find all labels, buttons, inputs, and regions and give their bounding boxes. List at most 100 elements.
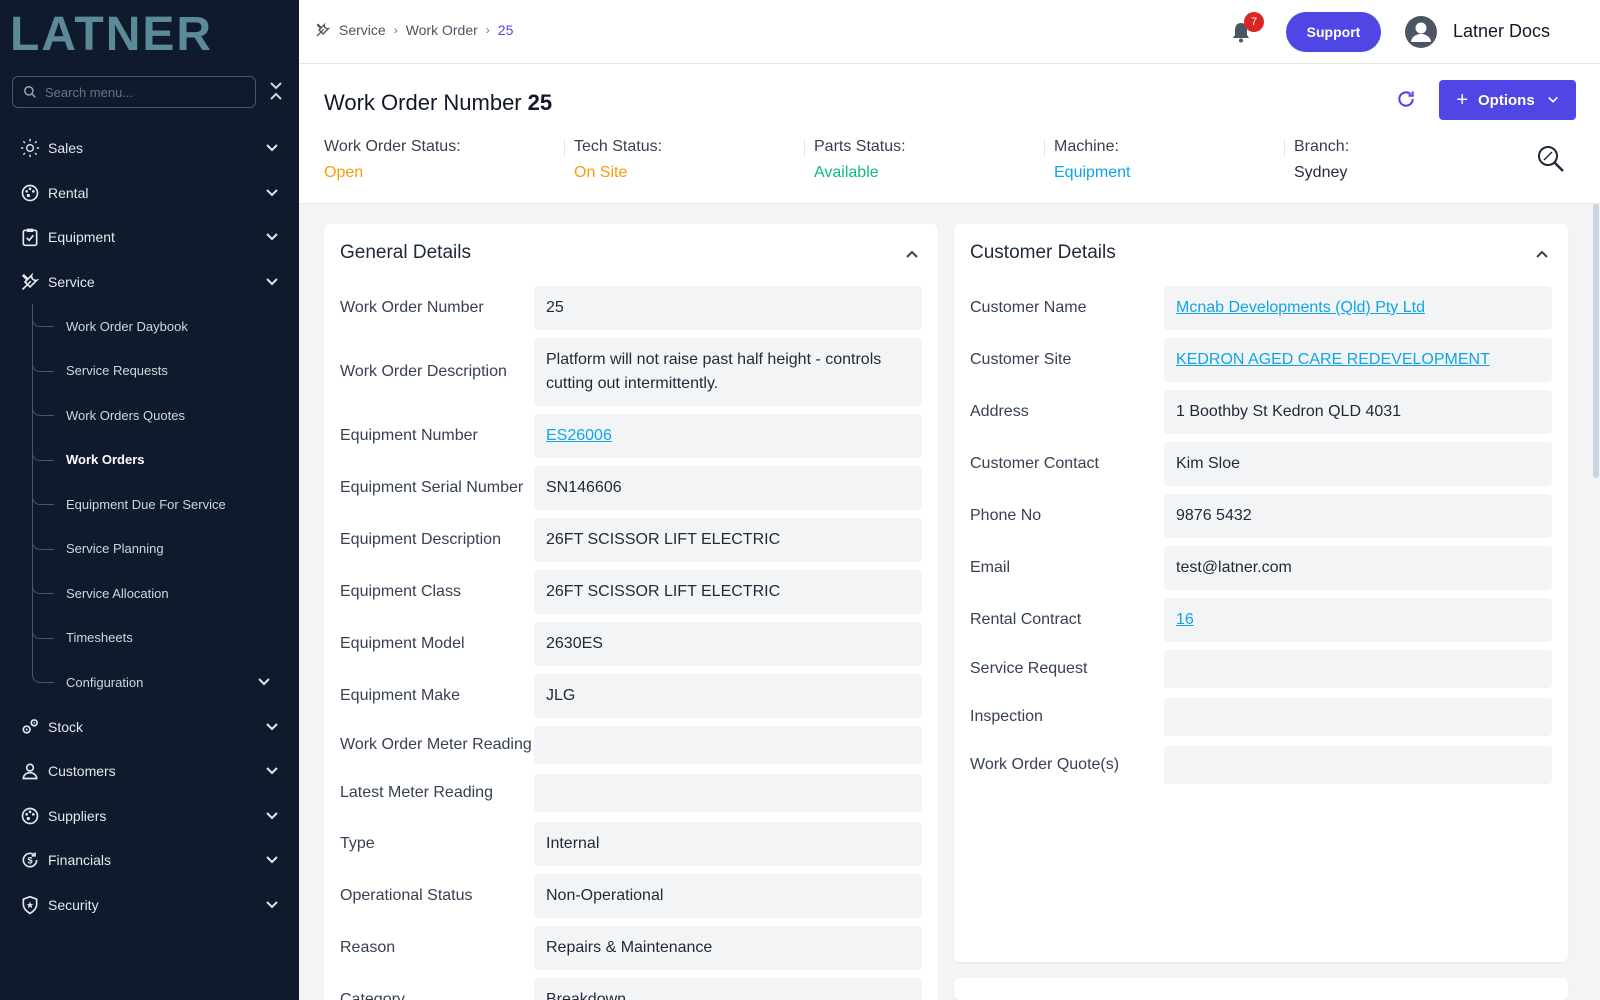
field-label: Address bbox=[970, 403, 1029, 420]
search-box bbox=[12, 76, 256, 108]
sidebar-nav: Sales Rental Equipment Service Work Orde… bbox=[0, 126, 299, 927]
user-name[interactable]: Latner Docs bbox=[1453, 21, 1550, 42]
sidebar-item-label: Customers bbox=[48, 763, 116, 780]
next-card-peek bbox=[954, 978, 1568, 1000]
field-value: Breakdown bbox=[534, 978, 922, 1000]
svg-text:LATNER: LATNER bbox=[10, 10, 213, 54]
chevron-right-icon: › bbox=[485, 23, 490, 37]
equipment-number-link[interactable]: ES26006 bbox=[534, 414, 922, 458]
field-label: Equipment Serial Number bbox=[340, 479, 524, 496]
field-value bbox=[534, 726, 922, 764]
clipboard-check-icon bbox=[20, 227, 40, 247]
title-value: 25 bbox=[527, 90, 553, 115]
sidebar-item-label: Sales bbox=[48, 140, 84, 157]
customer-details-card: Customer Details Customer Name Mcnab Deve… bbox=[954, 224, 1568, 962]
stat-value[interactable]: Equipment bbox=[1054, 164, 1284, 182]
sidebar-item-sales[interactable]: Sales bbox=[0, 126, 299, 171]
field-customer-name: Customer Name Mcnab Developments (Qld) Pt… bbox=[970, 286, 1552, 330]
sidebar-item-stock[interactable]: Stock bbox=[0, 705, 299, 750]
sidebar-item-equipment[interactable]: Equipment bbox=[0, 215, 299, 260]
chevron-up-icon[interactable] bbox=[1534, 246, 1550, 262]
gears-icon bbox=[20, 717, 40, 737]
stat-label: Machine: bbox=[1054, 138, 1119, 155]
stat-work-order-status: Work Order Status: Open bbox=[324, 138, 564, 182]
refresh-icon[interactable] bbox=[1396, 89, 1416, 109]
stat-machine: Machine: Equipment bbox=[1044, 138, 1284, 182]
subitem-label: Work Order Daybook bbox=[66, 318, 188, 334]
sidebar-subitem-work-orders-quotes[interactable]: Work Orders Quotes bbox=[0, 393, 299, 438]
sidebar-item-customers[interactable]: Customers bbox=[0, 749, 299, 794]
rental-contract-link[interactable]: 16 bbox=[1164, 598, 1552, 642]
field-label: Email bbox=[970, 559, 1011, 576]
support-button[interactable]: Support bbox=[1286, 12, 1381, 52]
field-phone-no: Phone No 9876 5432 bbox=[970, 494, 1552, 538]
zoom-search-icon[interactable] bbox=[1536, 144, 1566, 174]
field-value: Non-Operational bbox=[534, 874, 922, 918]
stat-label: Tech Status: bbox=[574, 138, 663, 155]
field-address: Address 1 Boothby St Kedron QLD 4031 bbox=[970, 390, 1552, 434]
options-button[interactable]: + Options bbox=[1439, 80, 1576, 120]
shield-icon bbox=[20, 895, 40, 915]
subitem-label: Service Planning bbox=[66, 541, 164, 557]
sidebar-item-service[interactable]: Service bbox=[0, 260, 299, 305]
search-input[interactable] bbox=[45, 84, 235, 100]
chevron-down-icon bbox=[258, 678, 270, 686]
field-label: Service Request bbox=[970, 660, 1088, 677]
page-scrollbar[interactable] bbox=[1592, 204, 1600, 1000]
work-order-header: Work Order Number 25 + Options Work Order… bbox=[299, 64, 1600, 204]
field-value: 26FT SCISSOR LIFT ELECTRIC bbox=[534, 518, 922, 562]
stat-label: Work Order Status: bbox=[324, 138, 461, 155]
chevron-down-icon bbox=[266, 144, 278, 152]
avatar-icon[interactable] bbox=[1405, 16, 1437, 48]
customer-site-link[interactable]: KEDRON AGED CARE REDEVELOPMENT bbox=[1164, 338, 1552, 382]
breadcrumb-work-order[interactable]: Work Order bbox=[406, 22, 478, 38]
field-value: 1 Boothby St Kedron QLD 4031 bbox=[1164, 390, 1552, 434]
card-title: General Details bbox=[340, 242, 471, 263]
breadcrumb-current: 25 bbox=[497, 22, 514, 38]
card-title: Customer Details bbox=[970, 242, 1116, 263]
sidebar-subitem-service-requests[interactable]: Service Requests bbox=[0, 348, 299, 393]
field-operational-status: Operational Status Non-Operational bbox=[340, 874, 922, 918]
scrollbar-thumb[interactable] bbox=[1593, 204, 1599, 478]
sidebar-subitem-timesheets[interactable]: Timesheets bbox=[0, 615, 299, 660]
field-label: Equipment Model bbox=[340, 635, 465, 652]
stat-tech-status: Tech Status: On Site bbox=[564, 138, 804, 182]
chevron-down-icon bbox=[266, 233, 278, 241]
sidebar-subitem-service-planning[interactable]: Service Planning bbox=[0, 526, 299, 571]
sidebar-item-security[interactable]: Security bbox=[0, 883, 299, 928]
sidebar-subitem-work-order-daybook[interactable]: Work Order Daybook bbox=[0, 304, 299, 349]
field-equipment-make: Equipment Make JLG bbox=[340, 674, 922, 718]
sidebar-item-label: Financials bbox=[48, 852, 112, 869]
sidebar-subitem-configuration[interactable]: Configuration bbox=[0, 660, 299, 705]
field-label: Phone No bbox=[970, 507, 1042, 524]
field-customer-contact: Customer Contact Kim Sloe bbox=[970, 442, 1552, 486]
sidebar-item-label: Service bbox=[48, 273, 95, 290]
chevron-down-icon bbox=[1547, 96, 1558, 103]
subitem-label: Service Allocation bbox=[66, 585, 169, 601]
field-label: Equipment Class bbox=[340, 583, 461, 600]
sidebar-subitem-work-orders[interactable]: Work Orders bbox=[0, 437, 299, 482]
field-work-order-description: Work Order Description Platform will not … bbox=[340, 338, 922, 406]
sidebar-item-financials[interactable]: $ Financials bbox=[0, 838, 299, 883]
field-value: JLG bbox=[534, 674, 922, 718]
field-customer-site: Customer Site KEDRON AGED CARE REDEVELOPM… bbox=[970, 338, 1552, 382]
customer-name-link[interactable]: Mcnab Developments (Qld) Pty Ltd bbox=[1164, 286, 1552, 330]
field-reason: Reason Repairs & Maintenance bbox=[340, 926, 922, 970]
sidebar-subitem-equipment-due-for-service[interactable]: Equipment Due For Service bbox=[0, 482, 299, 527]
collapse-sidebar-icon[interactable] bbox=[268, 80, 284, 102]
stat-label: Parts Status: bbox=[814, 138, 906, 155]
sidebar-subitem-service-allocation[interactable]: Service Allocation bbox=[0, 571, 299, 616]
field-category: Category Breakdown bbox=[340, 978, 922, 1000]
chevron-up-icon[interactable] bbox=[904, 246, 920, 262]
sidebar-item-rental[interactable]: Rental bbox=[0, 171, 299, 216]
field-equipment-class: Equipment Class 26FT SCISSOR LIFT ELECTRI… bbox=[340, 570, 922, 614]
field-value: test@latner.com bbox=[1164, 546, 1552, 590]
latner-logo[interactable]: LATNER bbox=[10, 10, 280, 54]
chevron-down-icon bbox=[266, 811, 278, 819]
sidebar-item-suppliers[interactable]: Suppliers bbox=[0, 794, 299, 839]
field-value: SN146606 bbox=[534, 466, 922, 510]
breadcrumb-service[interactable]: Service bbox=[339, 22, 386, 38]
sidebar: LATNER Sales Rental Equipment Service bbox=[0, 0, 299, 1000]
field-label: Category bbox=[340, 991, 405, 1000]
field-label: Work Order Quote(s) bbox=[970, 756, 1120, 773]
